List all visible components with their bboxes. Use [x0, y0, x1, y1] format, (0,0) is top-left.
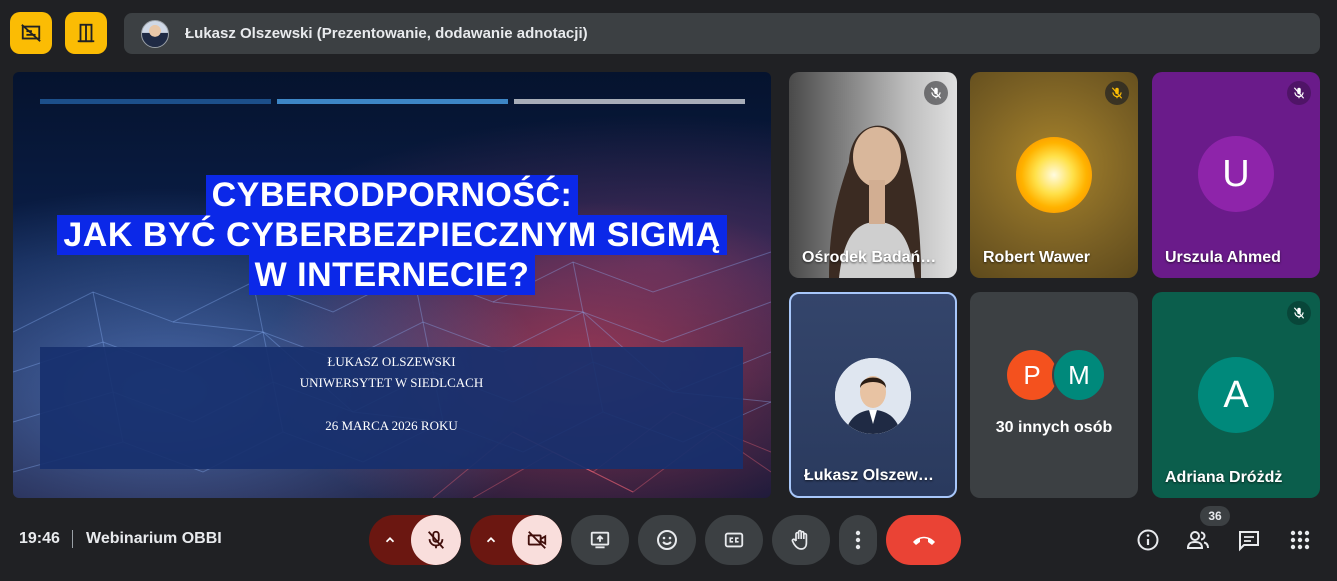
microphone-control-group: [369, 515, 461, 565]
raise-hand-icon: [791, 529, 808, 550]
avatar-initial: M: [1068, 359, 1090, 390]
slide-accent-line: [277, 99, 508, 104]
mic-off-indicator: [924, 81, 948, 105]
avatar-initial: P: [1023, 359, 1041, 390]
avatar-initial: U: [1222, 152, 1250, 195]
present-screen-icon: [590, 531, 610, 549]
meeting-name: Webinarium OBBI: [86, 530, 222, 547]
participant-name: Łukasz Olszew…: [804, 467, 934, 484]
meeting-time: 19:46: [19, 530, 60, 547]
more-options-icon: [855, 530, 861, 550]
stop-presenting-icon: [21, 24, 41, 42]
presenter-banner: Łukasz Olszewski (Prezentowanie, dodawan…: [124, 13, 1320, 54]
mic-off-indicator: [1287, 81, 1311, 105]
people-button[interactable]: [1185, 527, 1211, 553]
footer-divider: [72, 530, 73, 548]
captions-icon: [724, 532, 744, 548]
others-tile[interactable]: P M 30 innych osób: [970, 292, 1138, 498]
people-icon: [1186, 531, 1209, 549]
slide-info-box: ŁUKASZ OLSZEWSKI UNIWERSYTET W SIEDLCACH…: [40, 347, 743, 469]
mic-off-icon: [1111, 87, 1123, 99]
apps-icon: [1290, 530, 1310, 550]
end-call-button[interactable]: [886, 515, 961, 565]
participant-name: Adriana Dróżdż: [1165, 469, 1283, 486]
chevron-up-icon: [486, 537, 496, 543]
camera-toggle-button[interactable]: [512, 515, 562, 565]
participant-avatar: [1016, 137, 1092, 213]
reactions-button[interactable]: [638, 515, 696, 565]
participant-tile[interactable]: Robert Wawer: [970, 72, 1138, 278]
chat-button[interactable]: [1236, 527, 1262, 553]
slide-institution: UNIWERSYTET W SIEDLCACH: [299, 375, 484, 390]
slide-accent-line: [40, 99, 271, 104]
others-count-label: 30 innych osób: [995, 419, 1113, 436]
meeting-details-button[interactable]: [1135, 527, 1161, 553]
participant-tile[interactable]: U Urszula Ahmed: [1152, 72, 1320, 278]
chevron-up-icon: [385, 537, 395, 543]
more-options-button[interactable]: [839, 515, 877, 565]
participant-avatar: U: [1198, 136, 1274, 212]
end-call-icon: [912, 536, 935, 545]
microphone-toggle-button[interactable]: [411, 515, 461, 565]
stop-presenting-button[interactable]: [10, 12, 52, 54]
mic-off-icon: [930, 87, 942, 99]
exit-door-icon: [77, 23, 95, 43]
video-options-button[interactable]: [470, 515, 512, 565]
slide-accent-line: [514, 99, 745, 104]
participant-tile-active[interactable]: Łukasz Olszew…: [789, 292, 957, 498]
activities-button[interactable]: [1287, 527, 1313, 553]
mic-off-indicator: [1287, 301, 1311, 325]
chat-icon: [1239, 531, 1259, 552]
captions-button[interactable]: [705, 515, 763, 565]
participant-tile[interactable]: A Adriana Dróżdż: [1152, 292, 1320, 498]
present-screen-button[interactable]: [571, 515, 629, 565]
leave-presentation-button[interactable]: [65, 12, 107, 54]
presenter-label: Łukasz Olszewski (Prezentowanie, dodawan…: [185, 25, 588, 42]
slide-author: ŁUKASZ OLSZEWSKI: [327, 354, 456, 369]
camera-off-icon: [527, 531, 547, 549]
slide-title-line: CYBERODPORNOŚĆ:: [205, 175, 579, 215]
participant-avatar: A: [1198, 357, 1274, 433]
mic-off-icon: [1293, 87, 1305, 99]
presentation-slide: CYBERODPORNOŚĆ: JAK BYĆ CYBERBEZPIECZNYM…: [13, 72, 771, 498]
mic-off-icon: [427, 530, 445, 549]
emoji-icon: [657, 530, 677, 550]
presenter-avatar: [141, 19, 169, 48]
people-count-badge: 36: [1200, 506, 1230, 526]
participant-avatar: [835, 358, 911, 434]
info-icon: [1137, 529, 1159, 551]
participant-name: Ośrodek Badań…: [802, 249, 937, 266]
slide-title-line: W INTERNECIE?: [248, 255, 536, 295]
audio-options-button[interactable]: [369, 515, 411, 565]
raise-hand-button[interactable]: [772, 515, 830, 565]
participant-name: Robert Wawer: [983, 249, 1090, 266]
participant-avatar: P: [1007, 350, 1057, 400]
camera-control-group: [470, 515, 562, 565]
avatar-initial: A: [1223, 373, 1249, 416]
participant-name: Urszula Ahmed: [1165, 249, 1281, 266]
slide-date: 26 MARCA 2026 ROKU: [325, 418, 458, 433]
participant-avatar: M: [1052, 348, 1106, 402]
slide-title: CYBERODPORNOŚĆ: JAK BYĆ CYBERBEZPIECZNYM…: [13, 175, 771, 295]
mic-off-icon: [1293, 307, 1305, 319]
mic-off-indicator: [1105, 81, 1129, 105]
participant-tile[interactable]: Ośrodek Badań…: [789, 72, 957, 278]
slide-title-line: JAK BYĆ CYBERBEZPIECZNYM SIGMĄ: [57, 215, 727, 255]
